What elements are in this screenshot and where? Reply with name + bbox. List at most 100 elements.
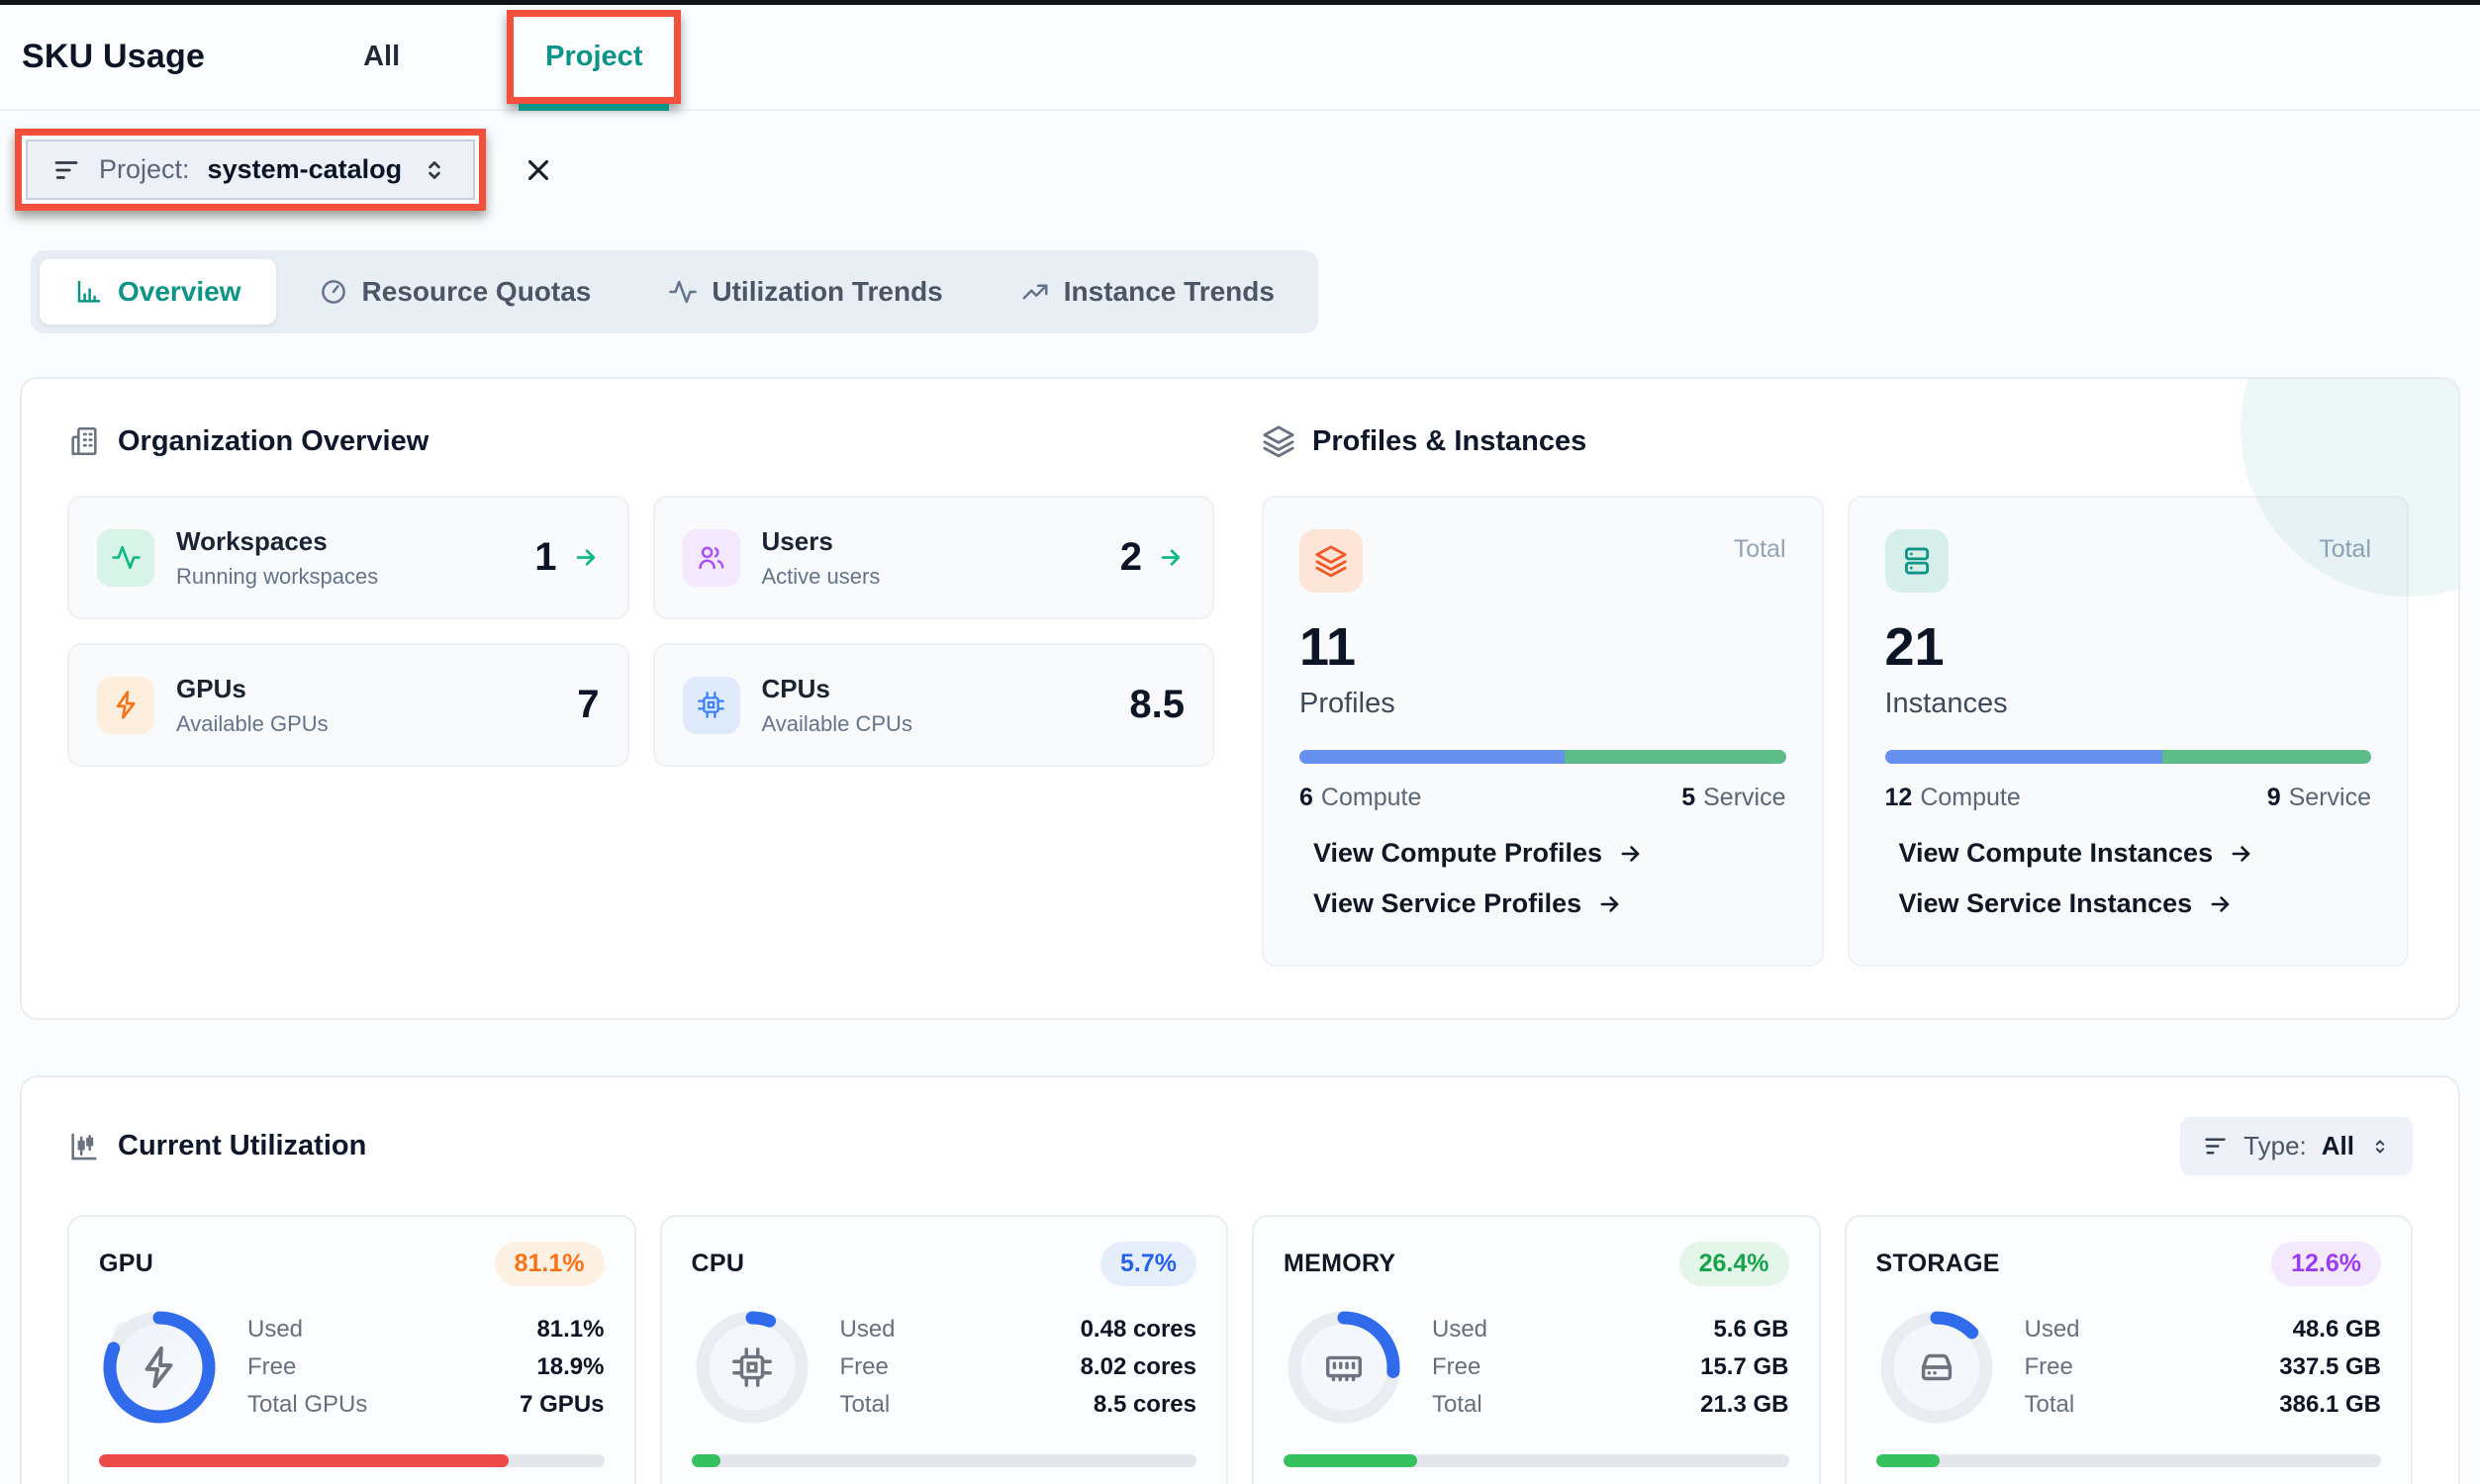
stat-value: 48.6 GB (2293, 1316, 2381, 1344)
stat-value: 8.02 cores (1081, 1353, 1196, 1381)
view-service-instances-link[interactable]: View Service Instances (1899, 888, 2372, 919)
stat-label: Used (1432, 1316, 1487, 1344)
profiles-card-top: Total (1299, 529, 1786, 593)
tab-utilization-trends-label: Utilization Trends (712, 276, 942, 308)
tab-all[interactable]: All (363, 41, 400, 73)
gpus-text: GPUs Available GPUs (176, 674, 577, 737)
profiles-total-label: Total (1734, 529, 1786, 564)
utilization-cards-grid: GPU 81.1% Used81.1% Free18.9% Total GPUs… (67, 1215, 2413, 1484)
service-segment (1565, 750, 1786, 764)
memory-percent-badge: 26.4% (1679, 1242, 1789, 1286)
stat-value: 5.6 GB (1713, 1316, 1788, 1344)
sku-usage-page: SKU Usage All Project Project: system-ca… (0, 0, 2480, 1484)
memory-stat-rows: Used5.6 GB Free15.7 GB Total21.3 GB (1432, 1306, 1789, 1429)
hard-drive-icon (1914, 1345, 1959, 1390)
stat-row: Free337.5 GB (2025, 1353, 2382, 1381)
view-compute-profiles-link[interactable]: View Compute Profiles (1313, 838, 1786, 869)
instances-label: Instances (1885, 688, 2372, 720)
stat-label: Free (1432, 1353, 1480, 1381)
compute-number: 6 (1299, 784, 1313, 811)
profiles-compute-count: 6 Compute (1299, 784, 1421, 812)
instances-service-count: 9Service (2267, 784, 2371, 812)
building-icon (67, 424, 101, 458)
bar-fill (99, 1454, 509, 1467)
instances-split-bar (1885, 750, 2372, 764)
tab-resource-quotas[interactable]: Resource Quotas (284, 259, 626, 325)
bar-fill (1876, 1454, 1940, 1467)
type-filter-select[interactable]: Type: All (2180, 1117, 2413, 1175)
cpu-ring-chart (692, 1307, 812, 1428)
gpus-card: GPUs Available GPUs 7 (67, 643, 629, 767)
stat-label: Used (840, 1316, 896, 1344)
project-filter-select[interactable]: Project: system-catalog (26, 139, 475, 200)
cpus-desc: Available CPUs (762, 711, 1130, 737)
stat-row: Total8.5 cores (840, 1391, 1197, 1419)
compute-word: Compute (1321, 784, 1421, 811)
cpus-text: CPUs Available CPUs (762, 674, 1130, 737)
storage-card-title: STORAGE (1876, 1250, 2000, 1278)
organization-overview-section: Organization Overview Workspaces Running… (67, 424, 1214, 967)
tab-utilization-trends[interactable]: Utilization Trends (633, 259, 977, 325)
view-service-profiles-label: View Service Profiles (1313, 888, 1581, 919)
stat-row: Free18.9% (247, 1353, 605, 1381)
gpu-card-mid: Used81.1% Free18.9% Total GPUs7 GPUs (99, 1306, 605, 1429)
workspaces-name: Workspaces (176, 526, 534, 557)
stat-value: 337.5 GB (2279, 1353, 2381, 1381)
trending-up-icon (1020, 277, 1050, 307)
page-header: SKU Usage All Project (0, 5, 2480, 111)
service-number: 9 (2267, 784, 2281, 811)
view-compute-profiles-label: View Compute Profiles (1313, 838, 1602, 869)
instances-links: View Compute Instances View Service Inst… (1899, 838, 2372, 919)
stat-row: Used0.48 cores (840, 1316, 1197, 1344)
cpu-stat-rows: Used0.48 cores Free 8.02 cores Total8.5 c… (840, 1306, 1197, 1429)
workspaces-text: Workspaces Running workspaces (176, 526, 534, 590)
service-segment (2162, 750, 2371, 764)
cpu-icon (729, 1345, 775, 1390)
tab-overview-label: Overview (118, 276, 241, 308)
tab-project[interactable]: Project (545, 41, 642, 72)
arrow-right-icon (573, 544, 600, 571)
compute-number: 12 (1885, 784, 1913, 811)
tab-overview[interactable]: Overview (40, 259, 276, 325)
users-icon-badge (683, 529, 740, 587)
memory-card-top: MEMORY 26.4% (1284, 1242, 1789, 1286)
cpus-icon-badge (683, 677, 740, 734)
storage-utilization-bar (1876, 1454, 2382, 1467)
cpus-name: CPUs (762, 674, 1130, 704)
server-icon (1900, 544, 1934, 578)
gauge-icon (319, 277, 348, 307)
arrow-right-icon (1618, 841, 1644, 867)
stat-row: Used 5.6 GB (1432, 1316, 1789, 1344)
workspaces-card[interactable]: Workspaces Running workspaces 1 (67, 496, 629, 619)
users-card[interactable]: Users Active users 2 (653, 496, 1215, 619)
stat-value: 386.1 GB (2279, 1391, 2381, 1419)
stat-row: Free 8.02 cores (840, 1353, 1197, 1381)
subtab-bar: Overview Resource Quotas Utilization Tre… (31, 250, 1318, 333)
instances-icon-badge (1885, 529, 1949, 593)
zap-icon (111, 690, 142, 720)
stat-label: Total (2025, 1391, 2075, 1419)
view-service-profiles-link[interactable]: View Service Profiles (1313, 888, 1786, 919)
stat-value: 15.7 GB (1700, 1353, 1788, 1381)
stat-value: 81.1% (536, 1316, 604, 1344)
clear-filter-button[interactable] (522, 153, 555, 187)
stat-label: Free (840, 1353, 889, 1381)
storage-percent-badge: 12.6% (2271, 1242, 2381, 1286)
gpu-stat-rows: Used81.1% Free18.9% Total GPUs7 GPUs (247, 1306, 605, 1429)
view-service-instances-label: View Service Instances (1899, 888, 2193, 919)
storage-ring-chart (1876, 1307, 1997, 1428)
filter-icon (51, 155, 81, 185)
memory-utilization-bar (1284, 1454, 1789, 1467)
memory-icon (1321, 1345, 1367, 1390)
tab-instance-trends[interactable]: Instance Trends (986, 259, 1309, 325)
view-compute-instances-link[interactable]: View Compute Instances (1899, 838, 2372, 869)
cpu-card-title: CPU (692, 1250, 745, 1278)
profiles-split-bar (1299, 750, 1786, 764)
bar-fill (692, 1454, 720, 1467)
stat-row: Free 15.7 GB (1432, 1353, 1789, 1381)
profiles-label: Profiles (1299, 688, 1786, 720)
users-text: Users Active users (762, 526, 1120, 590)
tab-resource-quotas-label: Resource Quotas (362, 276, 592, 308)
stat-label: Used (247, 1316, 303, 1344)
active-tab-underline (519, 104, 669, 111)
